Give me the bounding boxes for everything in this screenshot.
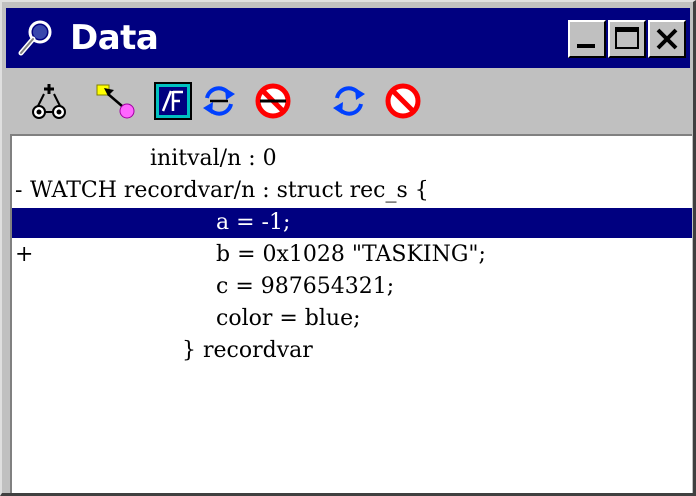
minimize-button[interactable] [568, 20, 606, 58]
row-text: c = 987654321; [216, 274, 395, 299]
row-text: initval/n : 0 [150, 146, 277, 171]
row-text: } recordvar [182, 338, 313, 363]
watch-row[interactable]: - WATCH recordvar/n : struct rec_s { [12, 176, 692, 206]
refresh-icon [203, 86, 235, 116]
watch-row[interactable]: initval/n : 0 [12, 144, 692, 174]
maximize-icon [615, 27, 639, 49]
window-title: Data [70, 18, 159, 58]
collapse-toggle[interactable]: - [15, 176, 22, 206]
data-window: Data initval/n: 0 - WATCH recordvar/n:… [0, 0, 696, 496]
expand-toggle[interactable]: + [15, 240, 33, 270]
magnifier-icon [16, 16, 60, 60]
watch-row[interactable]: + b = 0x1028 "TASKING"; [12, 240, 692, 270]
row-text: WATCH recordvar/n : struct rec_s { [30, 178, 429, 203]
close-icon [656, 28, 678, 50]
row-text: a = -1; [216, 210, 291, 235]
format-button[interactable] [152, 80, 194, 122]
remove-watch-button[interactable] [252, 80, 294, 122]
add-watch-icon [32, 84, 66, 119]
refresh-all-button[interactable] [328, 80, 370, 122]
edit-expression-icon [96, 84, 135, 119]
edit-expression-button[interactable] [94, 80, 136, 122]
watch-row[interactable]: } recordvar [12, 336, 692, 366]
remove-all-icon [385, 83, 421, 119]
title-bar[interactable]: Data [6, 8, 690, 68]
refresh-button[interactable] [198, 80, 240, 122]
remove-all-button[interactable] [382, 80, 424, 122]
watch-list[interactable]: initval/n : 0 - WATCH recordvar/n : stru… [10, 134, 692, 493]
watch-row[interactable]: c = 987654321; [12, 272, 692, 302]
refresh-all-icon [333, 86, 365, 116]
row-text: b = 0x1028 "TASKING"; [216, 242, 486, 267]
toolbar [6, 68, 690, 132]
remove-watch-icon [255, 83, 291, 119]
add-watch-button[interactable] [28, 80, 70, 122]
close-button[interactable] [648, 20, 686, 58]
row-text: color = blue; [216, 306, 361, 331]
maximize-button[interactable] [608, 20, 646, 58]
format-icon [154, 82, 192, 120]
minimize-icon [577, 44, 595, 48]
watch-row[interactable]: color = blue; [12, 304, 692, 334]
watch-row-selected[interactable]: a = -1; [12, 208, 692, 238]
